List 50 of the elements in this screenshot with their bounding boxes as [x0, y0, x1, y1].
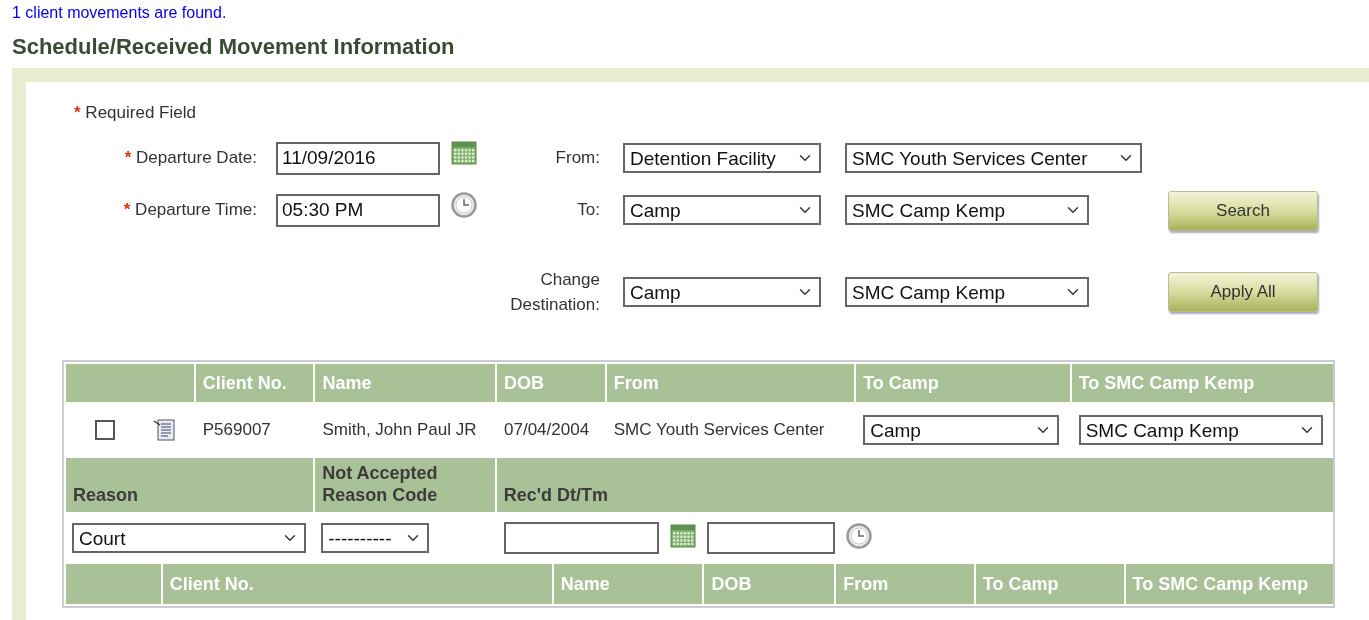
calendar-icon	[669, 523, 696, 548]
column-header: From	[606, 364, 855, 402]
calendar-icon[interactable]	[669, 522, 696, 548]
type-dropdown[interactable]: Camp	[623, 195, 821, 225]
date-field[interactable]	[503, 522, 659, 554]
field-label: From:	[555, 148, 600, 168]
search-button[interactable]: Search	[1168, 191, 1318, 231]
column-header: Reason	[66, 458, 314, 512]
column-header: Not Accepted Reason Code	[315, 458, 495, 512]
required-note: Required Field	[85, 103, 196, 122]
checkbox[interactable]	[95, 420, 115, 440]
required-mark: *	[74, 103, 81, 122]
required-mark: *	[123, 200, 131, 220]
column-header: To SMC Camp Kemp	[1071, 364, 1333, 402]
column-header: Client No.	[195, 364, 314, 402]
birth-date: 07/04/2004	[503, 419, 591, 442]
time-field[interactable]	[706, 522, 835, 554]
facility-dropdown[interactable]: SMC Camp Kemp	[845, 195, 1089, 225]
facility-dropdown[interactable]: SMC Camp Kemp	[1078, 415, 1323, 445]
column-header: Client No.	[162, 564, 552, 604]
field-label: Departure Date:	[136, 148, 257, 168]
text-field[interactable]: 05:30 PM	[276, 193, 440, 227]
section-title: Schedule/Received Movement Information	[12, 33, 456, 61]
client-number: P569007	[201, 419, 272, 442]
client-name: Smith, John Paul JR	[321, 419, 478, 442]
field-label: To:	[577, 200, 600, 220]
text-field[interactable]: 11/09/2016	[276, 141, 440, 175]
column-header: To Camp	[856, 364, 1070, 402]
notes-icon[interactable]	[153, 418, 177, 442]
column-header: DOB	[704, 564, 835, 604]
type-dropdown[interactable]: Detention Facility	[623, 143, 821, 173]
facility-dropdown[interactable]: SMC Camp Kemp	[845, 277, 1089, 307]
apply-all-button[interactable]: Apply All	[1168, 272, 1318, 312]
field-label: Change Destination:	[510, 269, 600, 314]
camp-dropdown[interactable]: Camp	[863, 415, 1060, 445]
field-label: Departure Time:	[135, 200, 257, 220]
column-header: Rec'd Dt/Tm	[496, 458, 1333, 512]
column-header: Name	[315, 364, 495, 402]
reason-code-dropdown[interactable]: ----------	[321, 523, 430, 553]
column-header: DOB	[497, 364, 605, 402]
from-facility: SMC Youth Services Center	[612, 419, 826, 442]
column-header: To SMC Camp Kemp	[1125, 564, 1333, 604]
column-header: From	[836, 564, 974, 604]
required-mark: *	[124, 148, 132, 168]
reason-dropdown[interactable]: Court	[72, 523, 306, 553]
column-header: To Camp	[975, 564, 1124, 604]
type-dropdown[interactable]: Camp	[623, 277, 821, 307]
column-header: Name	[553, 564, 703, 604]
status-message: 1 client movements are found.	[11, 3, 228, 23]
facility-dropdown[interactable]: SMC Youth Services Center	[845, 143, 1142, 173]
